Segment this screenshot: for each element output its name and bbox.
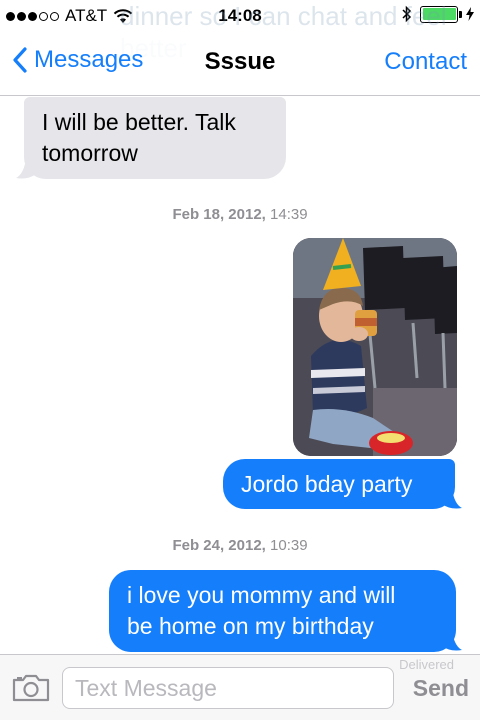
bubble-tail <box>16 158 36 179</box>
photo-message[interactable] <box>293 238 457 456</box>
message-text-field[interactable] <box>62 667 394 709</box>
outgoing-message-bubble[interactable]: Jordo bday party <box>223 459 455 509</box>
message-text-line: tomorrow <box>42 140 138 166</box>
timestamp-date: Feb 18, 2012, <box>172 206 266 223</box>
delivered-status: Delivered <box>399 657 454 672</box>
outgoing-message-bubble[interactable]: i love you mommy and will be home on my … <box>109 570 456 652</box>
battery-level <box>422 8 456 20</box>
battery-cap <box>459 10 462 18</box>
message-text-line: i love you mommy and will <box>127 582 396 608</box>
contact-button[interactable]: Contact <box>384 48 467 76</box>
battery-icon <box>420 5 462 23</box>
timestamp-time: 10:39 <box>270 537 308 554</box>
bubble-tail <box>442 488 462 509</box>
camera-icon <box>12 674 50 702</box>
bluetooth-icon <box>402 5 412 23</box>
bubble-tail <box>442 630 462 651</box>
timestamp: Feb 18, 2012, 14:39 <box>0 206 480 223</box>
message-text-line: be home on my birthday <box>127 613 374 639</box>
bolt-icon <box>466 7 474 21</box>
chevron-left-icon <box>13 47 27 73</box>
timestamp: Feb 24, 2012, 10:39 <box>0 537 480 554</box>
camera-button[interactable] <box>12 674 50 707</box>
back-button-label: Messages <box>34 46 144 73</box>
status-bar: AT&T 14:08 <box>0 0 480 30</box>
timestamp-time: 14:39 <box>270 206 308 223</box>
back-button[interactable]: Messages <box>12 46 143 74</box>
incoming-message-bubble[interactable]: I will be better. Talk tomorrow <box>24 97 286 179</box>
send-button[interactable]: Send <box>413 675 469 702</box>
photo-image <box>293 238 457 456</box>
navigation-bar: Messages Sssue Contact <box>0 30 480 96</box>
message-text-line: I will be better. Talk <box>42 109 236 135</box>
timestamp-date: Feb 24, 2012, <box>172 537 266 554</box>
status-right <box>402 5 474 23</box>
